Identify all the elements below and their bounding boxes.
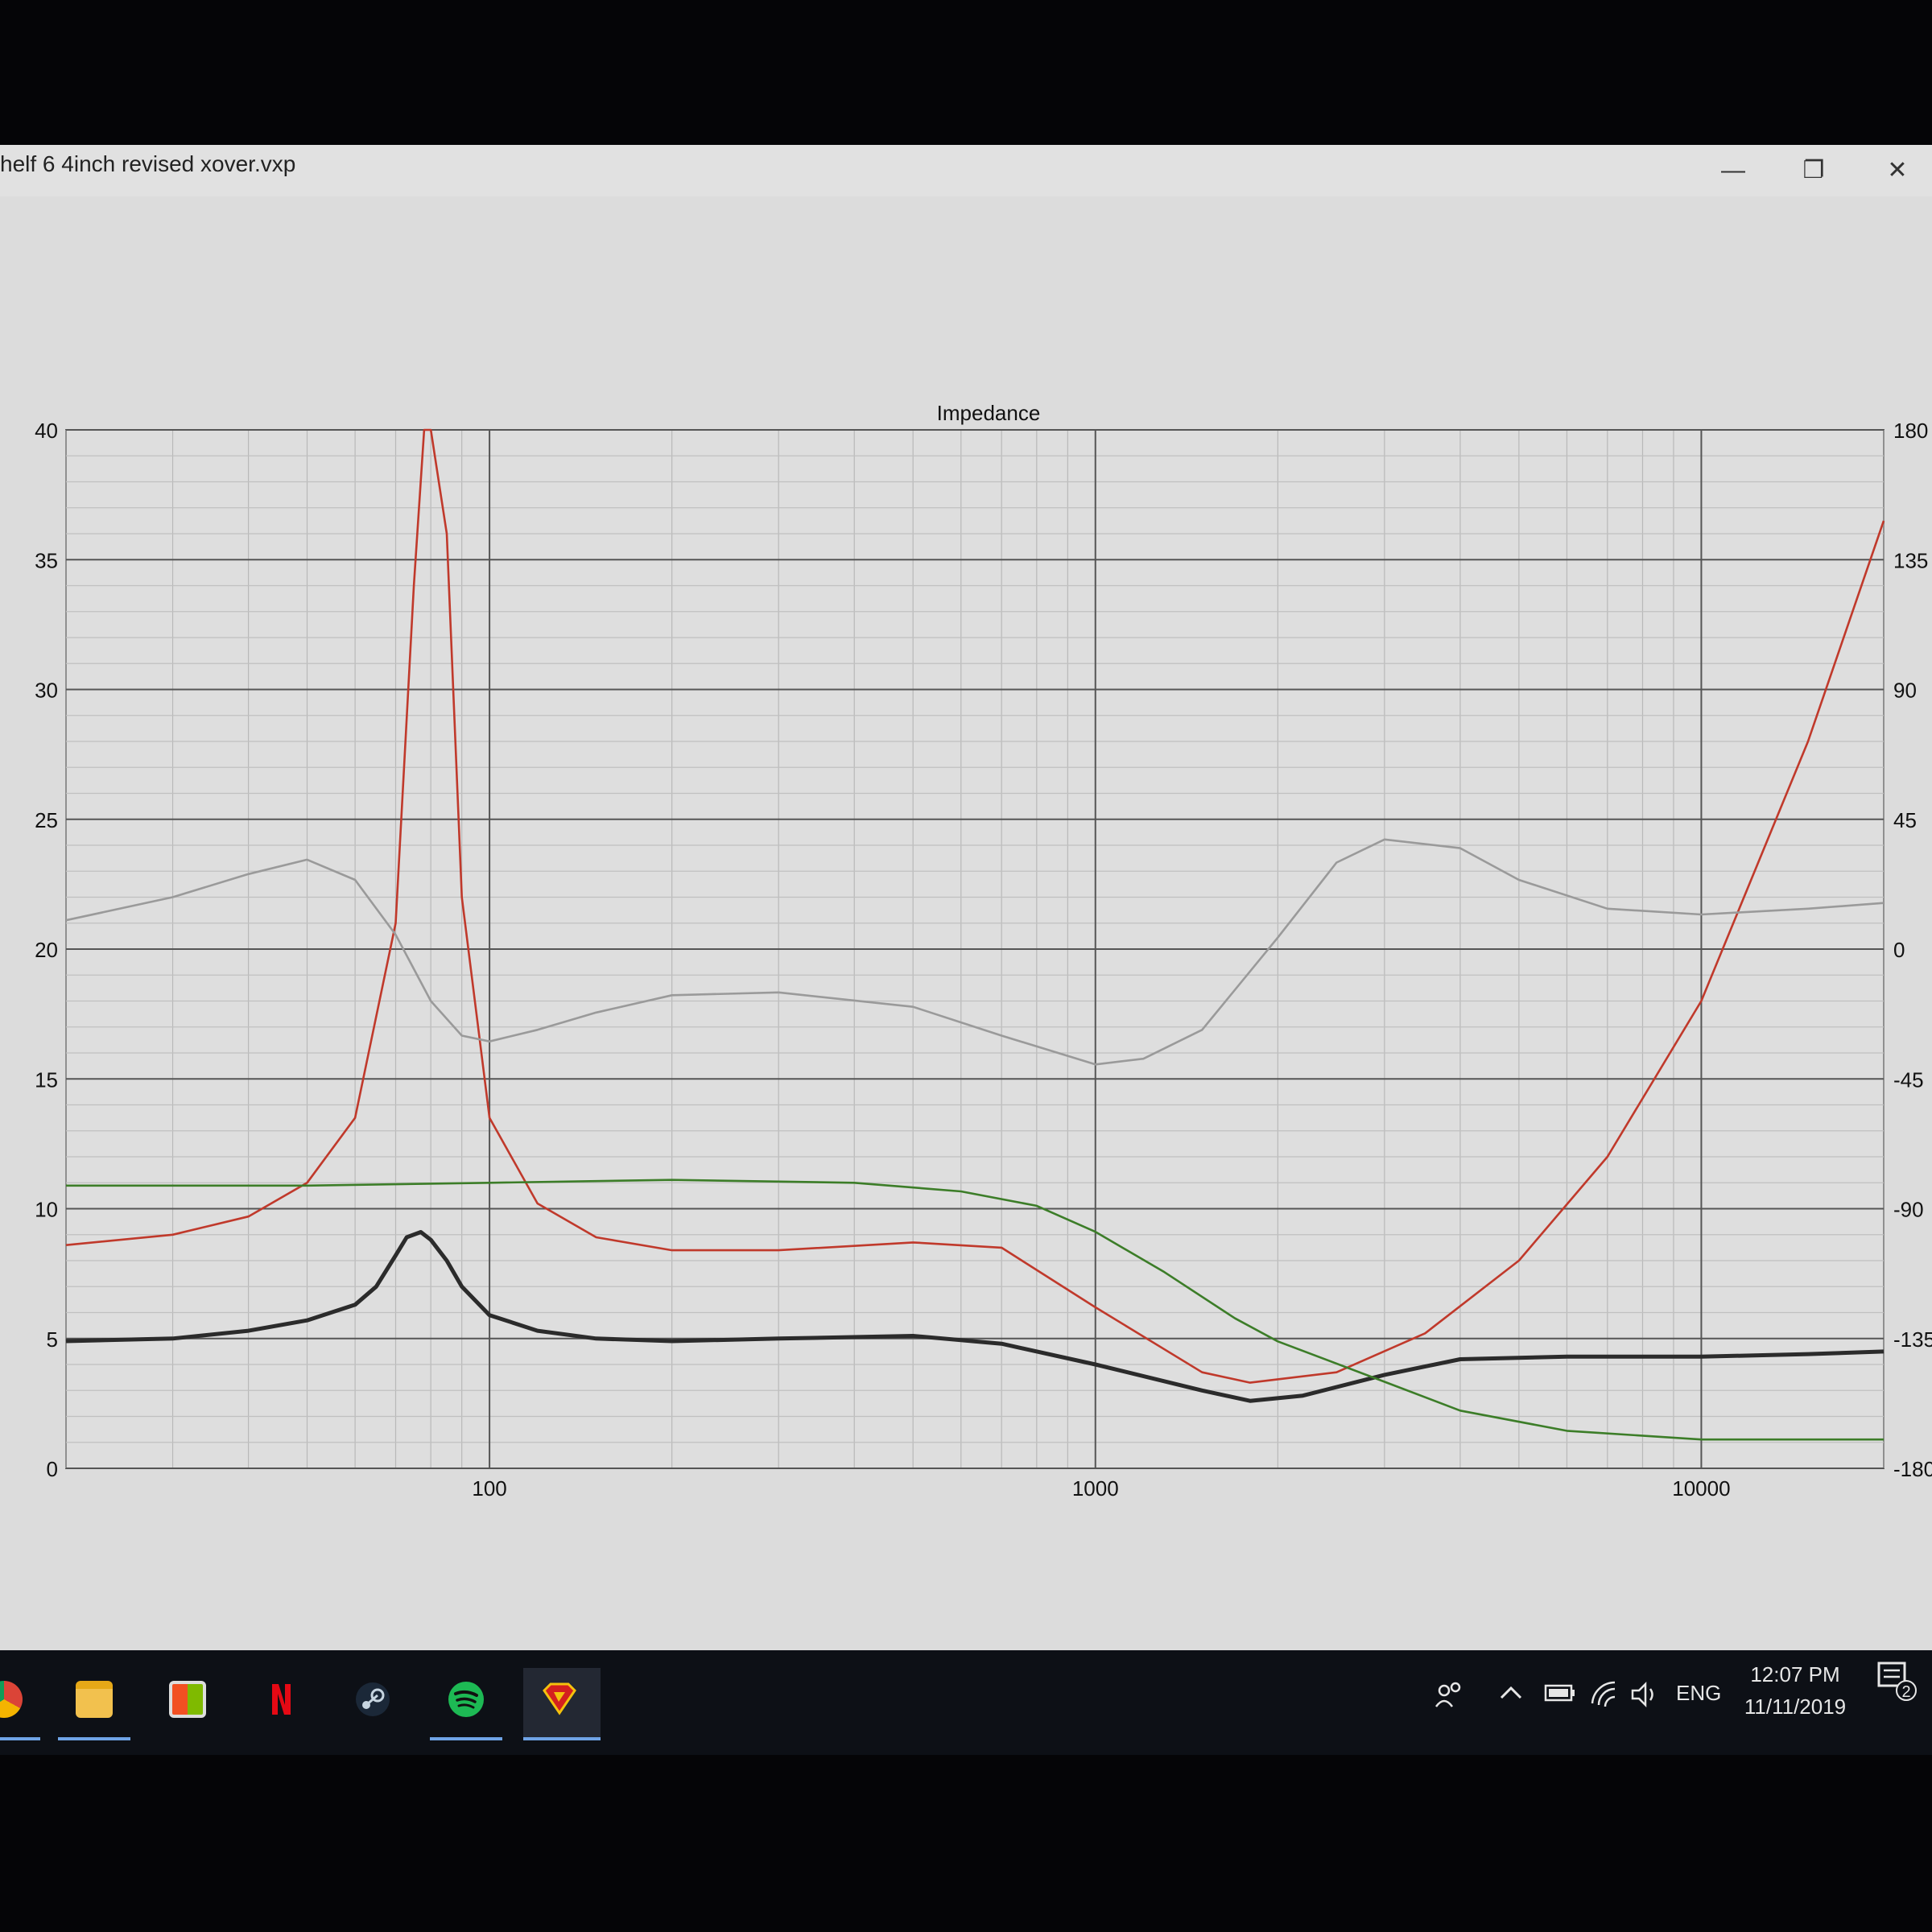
running-indicator (0, 1737, 40, 1740)
x-axis-ticks: 100 1000 10000 (472, 1476, 1730, 1501)
taskbar-spotify[interactable] (430, 1668, 502, 1740)
taskbar-chrome[interactable] (0, 1668, 40, 1740)
y-tick-label: 5 (47, 1327, 58, 1352)
notification-icon: 2 (1877, 1662, 1917, 1701)
y-tick-label: 25 (35, 808, 58, 832)
language-indicator[interactable]: ENG (1676, 1681, 1721, 1706)
y2-tick-label: 90 (1893, 679, 1917, 703)
impedance-chart: Impedance 0 5 10 15 20 25 30 35 40 -180 -135 -90 -4… (35, 401, 1932, 1501)
running-indicator (430, 1737, 502, 1740)
spotify-icon (448, 1682, 484, 1717)
left-axis-ticks: 0 5 10 15 20 25 30 35 40 (35, 419, 58, 1481)
taskbar-steam[interactable] (336, 1668, 409, 1740)
superman-app-icon (543, 1682, 576, 1715)
notification-center-button[interactable]: 2 (1876, 1660, 1918, 1702)
y-tick-label: 15 (35, 1067, 58, 1092)
y2-tick-label: 135 (1893, 548, 1928, 572)
x-tick-label: 100 (472, 1476, 506, 1501)
screen: helf 6 4inch revised xover.vxp — ❐ ✕ Imp… (0, 145, 1932, 1658)
chevron-up-icon[interactable] (1499, 1681, 1523, 1705)
maximize-button[interactable]: ❐ (1785, 153, 1842, 188)
x-tick-label: 10000 (1672, 1476, 1730, 1501)
taskbar-superman-app[interactable] (523, 1668, 601, 1740)
wifi-icon[interactable] (1591, 1681, 1620, 1708)
taskbar-microsoft-store[interactable] (151, 1668, 224, 1740)
notification-count: 2 (1901, 1683, 1910, 1701)
app-window: helf 6 4inch revised xover.vxp — ❐ ✕ Imp… (0, 145, 1932, 1658)
x-tick-label: 1000 (1072, 1476, 1119, 1501)
microsoft-store-icon (169, 1681, 206, 1718)
running-indicator (58, 1737, 130, 1740)
y2-tick-label: 45 (1893, 808, 1917, 832)
y-tick-label: 20 (35, 938, 58, 962)
people-icon[interactable] (1435, 1681, 1463, 1710)
y2-tick-label: -45 (1893, 1067, 1924, 1092)
file-explorer-icon (76, 1681, 113, 1718)
window-title: helf 6 4inch revised xover.vxp (0, 151, 296, 176)
steam-icon (356, 1682, 390, 1716)
clock-time: 12:07 PM (1750, 1662, 1840, 1686)
taskbar: ENG (0, 1650, 1932, 1755)
running-indicator (523, 1737, 601, 1740)
close-button[interactable]: ✕ (1869, 153, 1926, 188)
y-tick-label: 30 (35, 679, 58, 703)
title-bar[interactable]: helf 6 4inch revised xover.vxp — ❐ ✕ (0, 145, 1932, 196)
y2-tick-label: 180 (1893, 419, 1928, 443)
right-axis-ticks: -180 -135 -90 -45 0 45 90 135 180 (1893, 419, 1932, 1481)
y2-tick-label: 0 (1893, 938, 1905, 962)
clock[interactable]: 12:07 PM 11/11/2019 (1739, 1658, 1852, 1723)
y-tick-label: 10 (35, 1198, 58, 1222)
minimize-button[interactable]: — (1705, 153, 1761, 188)
y-tick-label: 0 (47, 1457, 58, 1481)
y-tick-label: 40 (35, 419, 58, 443)
y-tick-label: 35 (35, 548, 58, 572)
plot-area: Impedance 0 5 10 15 20 25 30 35 40 -180 -135 -90 -4… (0, 196, 1932, 1645)
chart-title: Impedance (937, 401, 1041, 425)
volume-icon[interactable] (1629, 1681, 1662, 1708)
battery-icon[interactable] (1544, 1681, 1576, 1705)
taskbar-file-explorer[interactable] (58, 1668, 130, 1740)
y2-tick-label: -180 (1893, 1457, 1932, 1481)
netflix-icon (272, 1684, 291, 1715)
chrome-icon (0, 1681, 23, 1718)
taskbar-netflix[interactable] (245, 1668, 317, 1740)
y2-tick-label: -90 (1893, 1198, 1924, 1222)
clock-date: 11/11/2019 (1744, 1695, 1847, 1719)
y2-tick-label: -135 (1893, 1327, 1932, 1352)
